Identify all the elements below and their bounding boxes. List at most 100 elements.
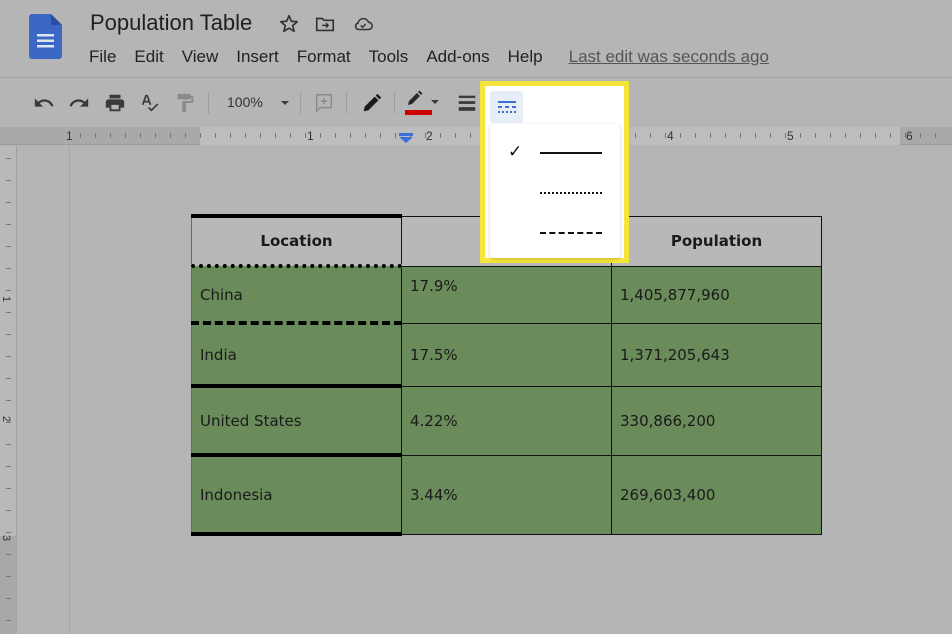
menu-bar: File Edit View Insert Format Tools Add-o… bbox=[89, 47, 787, 67]
border-color-button[interactable] bbox=[404, 90, 444, 115]
ruler-label: 1 bbox=[307, 129, 314, 143]
table-row: Indonesia 3.44% 269,603,400 bbox=[191, 454, 822, 536]
dash-option-solid[interactable]: ✓ bbox=[490, 134, 620, 170]
spellcheck-icon bbox=[141, 94, 159, 112]
vruler-tick bbox=[6, 356, 11, 357]
ruler-tick bbox=[740, 133, 741, 138]
cell-percent[interactable]: 3.44% bbox=[401, 454, 612, 535]
paint-format-button[interactable] bbox=[173, 91, 197, 115]
docs-logo-icon[interactable] bbox=[29, 14, 62, 59]
dash-option-dotted[interactable] bbox=[490, 174, 620, 210]
indent-marker-icon[interactable] bbox=[399, 133, 413, 143]
chevron-down-icon bbox=[281, 101, 289, 105]
vruler-tick bbox=[6, 378, 11, 379]
paint-format-icon bbox=[177, 93, 194, 113]
move-to-folder-icon[interactable] bbox=[314, 13, 336, 35]
ruler-tick bbox=[800, 133, 801, 138]
menu-format[interactable]: Format bbox=[297, 47, 351, 67]
vruler-tick bbox=[6, 576, 11, 577]
cloud-saved-icon[interactable] bbox=[352, 13, 374, 35]
ruler-tick bbox=[425, 133, 426, 138]
ruler-tick bbox=[725, 133, 726, 138]
page-left-edge bbox=[69, 146, 70, 634]
zoom-dropdown-button[interactable] bbox=[273, 91, 297, 115]
vruler-tick bbox=[6, 466, 11, 467]
border-width-icon bbox=[458, 95, 476, 111]
toolbar-separator bbox=[300, 92, 301, 114]
ruler-tick bbox=[845, 133, 846, 138]
cell-percent[interactable]: 4.22% bbox=[401, 385, 612, 456]
cell-location[interactable]: Indonesia bbox=[191, 454, 402, 536]
header: Population Table File Edit View Insert F… bbox=[0, 0, 952, 78]
cell-percent[interactable]: 17.5% bbox=[401, 322, 612, 387]
menu-add-ons[interactable]: Add-ons bbox=[426, 47, 489, 67]
vruler-tick bbox=[6, 422, 11, 423]
spellcheck-button[interactable] bbox=[138, 91, 162, 115]
toolbar-separator bbox=[208, 92, 209, 114]
header-location[interactable]: Location bbox=[191, 214, 402, 267]
toolbar: 100% bbox=[0, 79, 952, 126]
vruler-tick bbox=[6, 554, 11, 555]
cell-location[interactable]: India bbox=[191, 322, 402, 388]
header-population[interactable]: Population bbox=[611, 215, 822, 267]
redo-icon bbox=[69, 98, 89, 107]
menu-view[interactable]: View bbox=[182, 47, 219, 67]
ruler-tick bbox=[815, 133, 816, 138]
document-title[interactable]: Population Table bbox=[90, 10, 252, 36]
ruler-tick bbox=[935, 133, 936, 138]
border-dash-button[interactable] bbox=[490, 91, 523, 123]
ruler-tick bbox=[260, 133, 261, 138]
ruler-tick bbox=[80, 133, 81, 138]
cell-location[interactable]: China bbox=[191, 264, 402, 325]
menu-help[interactable]: Help bbox=[508, 47, 543, 67]
dash-option-dashed[interactable] bbox=[490, 214, 620, 250]
vruler-tick bbox=[6, 224, 11, 225]
ruler-label: 2 bbox=[426, 129, 433, 143]
border-width-button[interactable] bbox=[455, 91, 479, 115]
ruler-label: 6 bbox=[906, 129, 913, 143]
zoom-select[interactable]: 100% bbox=[227, 94, 263, 110]
menu-edit[interactable]: Edit bbox=[134, 47, 163, 67]
ruler-tick bbox=[920, 133, 921, 138]
vruler-label: 3 bbox=[0, 534, 13, 542]
redo-button[interactable] bbox=[67, 91, 91, 115]
cell-percent[interactable]: 17.9% bbox=[401, 265, 612, 324]
undo-button[interactable] bbox=[32, 91, 56, 115]
cell-population[interactable]: 330,866,200 bbox=[611, 385, 822, 456]
ruler-tick bbox=[770, 133, 771, 138]
vruler-tick bbox=[6, 598, 11, 599]
menu-file[interactable]: File bbox=[89, 47, 116, 67]
menu-insert[interactable]: Insert bbox=[236, 47, 279, 67]
cell-population[interactable]: 1,371,205,643 bbox=[611, 322, 822, 387]
table-row: India 17.5% 1,371,205,643 bbox=[191, 322, 822, 388]
ruler-tick bbox=[785, 133, 786, 138]
star-icon[interactable] bbox=[278, 13, 300, 35]
vruler-tick bbox=[6, 158, 11, 159]
vertical-ruler[interactable]: 1 2 3 bbox=[0, 146, 17, 634]
ruler-tick bbox=[830, 133, 831, 138]
ruler-tick bbox=[890, 133, 891, 138]
ruler-tick bbox=[185, 133, 186, 138]
dotted-line-icon bbox=[540, 192, 602, 194]
border-pencil-button[interactable] bbox=[360, 91, 384, 115]
google-docs-window: Population Table File Edit View Insert F… bbox=[0, 0, 952, 634]
vruler-tick bbox=[6, 510, 11, 511]
print-button[interactable] bbox=[103, 91, 127, 115]
border-color-swatch bbox=[405, 110, 432, 115]
border-color-icon bbox=[405, 90, 439, 115]
table-row: China 17.9% 1,405,877,960 bbox=[191, 264, 822, 325]
last-edit-link[interactable]: Last edit was seconds ago bbox=[569, 47, 769, 67]
cell-population[interactable]: 1,405,877,960 bbox=[611, 265, 822, 324]
vruler-tick bbox=[6, 180, 11, 181]
cell-location[interactable]: United States bbox=[191, 385, 402, 457]
horizontal-ruler[interactable]: 1 1 2 4 5 6 bbox=[0, 127, 952, 145]
ruler-label: 1 bbox=[66, 129, 73, 143]
cell-population[interactable]: 269,603,400 bbox=[611, 454, 822, 535]
add-comment-button[interactable] bbox=[312, 91, 336, 115]
ruler-tick bbox=[365, 133, 366, 138]
ruler-tick bbox=[95, 133, 96, 138]
menu-tools[interactable]: Tools bbox=[369, 47, 409, 67]
ruler-tick bbox=[290, 133, 291, 138]
vruler-tick bbox=[6, 532, 11, 533]
vruler-tick bbox=[6, 400, 11, 401]
